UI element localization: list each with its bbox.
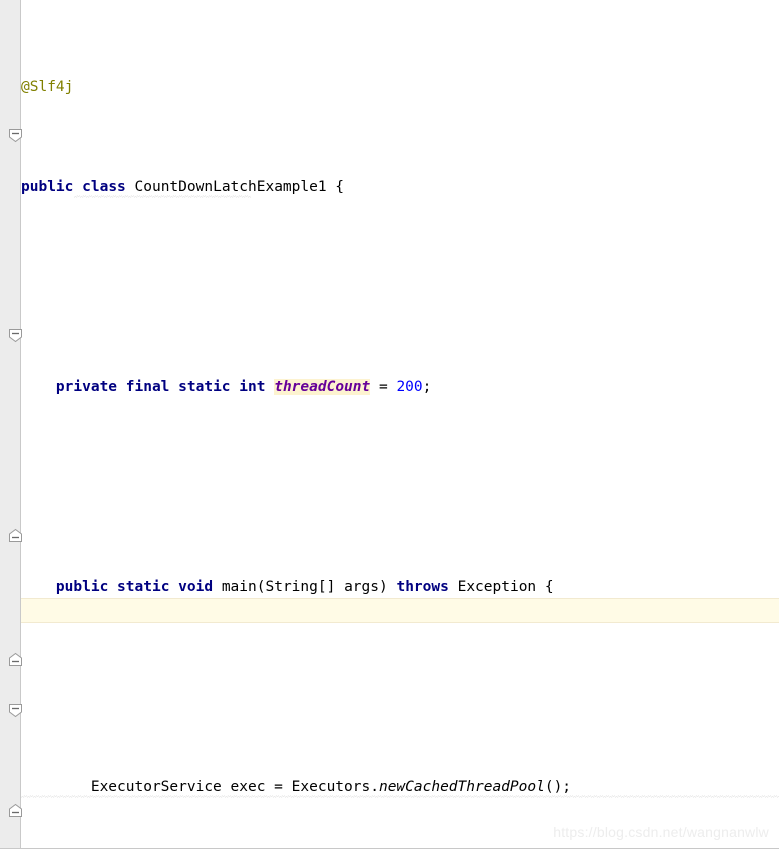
token-keyword-int: int [239, 379, 266, 395]
token-keyword-public: public [21, 179, 74, 195]
token-method-main: main [221, 579, 257, 595]
watermark-text: https://blog.csdn.net/wangnanwlw [553, 824, 769, 840]
token-method-newcachedthreadpool: newCachedThreadPool [378, 779, 545, 795]
code-text[interactable]: @Slf4j public class CountDownLatchExampl… [21, 0, 779, 848]
code-line[interactable]: public class CountDownLatchExample1 { [21, 175, 702, 200]
fold-collapse-start-icon[interactable] [8, 703, 23, 718]
code-line[interactable]: public static void main(String[] args) t… [21, 575, 702, 600]
fold-collapse-start-icon[interactable] [8, 128, 23, 143]
token-keyword-final: final [125, 379, 170, 395]
token-keyword-throws: throws [396, 579, 449, 595]
token-field-threadcount: threadCount [274, 379, 371, 395]
token-type-executors: Executors [291, 779, 371, 795]
token-type-string: String [265, 579, 318, 595]
fold-collapse-end-icon[interactable] [8, 803, 23, 818]
token-annotation: @Slf4j [21, 79, 74, 95]
token-param-args: args [344, 579, 379, 595]
token-keyword-class: class [82, 179, 126, 195]
token-keyword-public: public [55, 579, 109, 595]
fold-collapse-end-icon[interactable] [8, 652, 23, 667]
code-line[interactable]: ExecutorService exec = Executors.newCach… [21, 775, 779, 800]
token-class-name: CountDownLatchExample1 [134, 179, 327, 195]
token-var-exec: exec [230, 779, 266, 795]
token-number-200: 200 [396, 379, 423, 395]
token-keyword-static: static [178, 379, 231, 395]
code-editor[interactable]: @Slf4j public class CountDownLatchExampl… [0, 0, 779, 849]
fold-collapse-start-icon[interactable] [8, 328, 23, 343]
code-line[interactable]: @Slf4j [21, 75, 702, 100]
token-type-executorservice: ExecutorService [90, 779, 222, 795]
token-keyword-void: void [178, 579, 214, 595]
code-line[interactable]: private final static int threadCount = 2… [21, 375, 702, 400]
token-keyword-static: static [117, 579, 170, 595]
token-type-exception: Exception [457, 579, 537, 595]
token-keyword-private: private [55, 379, 118, 395]
fold-collapse-end-icon[interactable] [8, 528, 23, 543]
